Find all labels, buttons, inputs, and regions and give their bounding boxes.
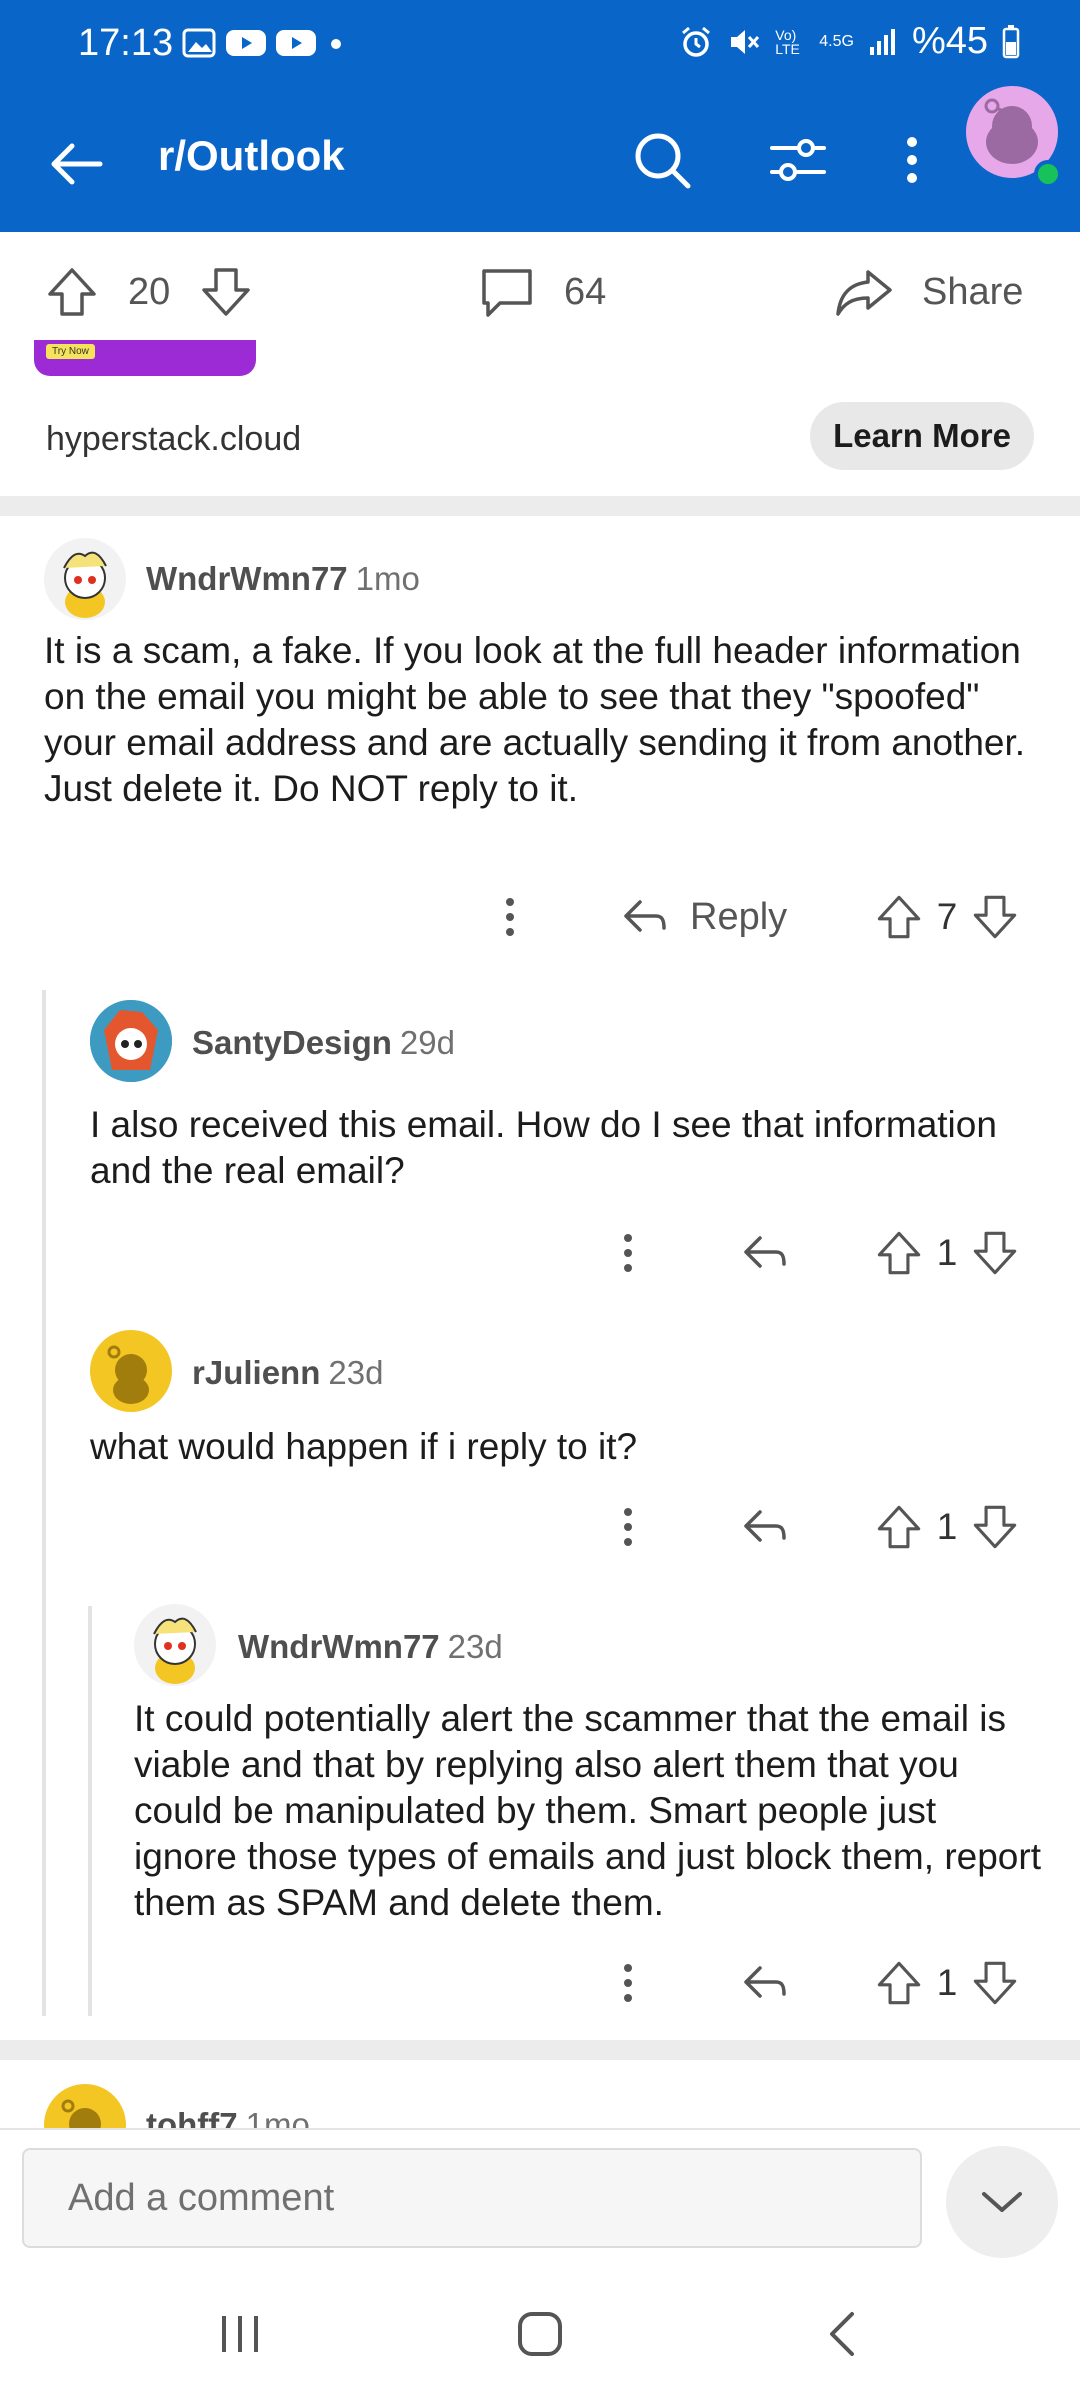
avatar[interactable]	[90, 1000, 172, 1082]
comment-more-icon[interactable]	[608, 1228, 648, 1278]
youtube-icon-2	[276, 30, 316, 56]
comment-composer: Add a comment	[0, 2128, 1080, 2270]
mute-icon	[731, 29, 760, 54]
upvote-icon[interactable]	[874, 1502, 924, 1552]
comment-author[interactable]: SantyDesign 29d	[192, 1024, 455, 1062]
upvote-icon[interactable]	[874, 1958, 924, 2008]
comment-author[interactable]: rJulienn 23d	[192, 1354, 383, 1392]
comment-more-icon[interactable]	[608, 1958, 648, 2008]
online-indicator	[1034, 160, 1062, 188]
upvote-icon[interactable]	[874, 892, 924, 942]
share-icon	[836, 270, 892, 316]
section-divider	[0, 2040, 1080, 2060]
comment-vote-group: 7	[874, 892, 1020, 942]
comment-age: 29d	[399, 1024, 455, 1061]
ad-domain[interactable]: hyperstack.cloud	[46, 420, 301, 459]
snoo-avatar-icon	[63, 551, 107, 618]
gallery-icon	[182, 28, 216, 58]
promoted-ad: Try Now hyperstack.cloud Learn More	[0, 340, 1080, 490]
signal-icon	[869, 28, 895, 55]
battery-percent: %45	[911, 20, 988, 62]
post-vote-group: 20	[44, 232, 254, 352]
avatar[interactable]	[44, 538, 126, 620]
learn-more-button[interactable]: Learn More	[810, 402, 1034, 470]
upvote-icon[interactable]	[44, 264, 100, 320]
thread-line[interactable]	[42, 990, 46, 2016]
back-arrow-icon[interactable]	[44, 132, 108, 196]
reply-arrow-icon[interactable]	[740, 1502, 790, 1552]
comment-body: It could potentially alert the scammer t…	[134, 1698, 1041, 1923]
downvote-icon[interactable]	[970, 1502, 1020, 1552]
comment-vote-group: 1	[874, 1958, 1020, 2008]
comment-age: 1mo	[355, 560, 420, 597]
comment-more-icon[interactable]	[608, 1502, 648, 1552]
comment-author[interactable]: WndrWmn77 1mo	[146, 560, 420, 598]
upvote-icon[interactable]	[874, 1228, 924, 1278]
volte-label: Vo) LTE	[775, 26, 800, 57]
status-right: Vo) LTE 4.5G %45	[679, 20, 1020, 63]
collapse-button[interactable]	[946, 2146, 1058, 2258]
comment-score: 7	[936, 896, 958, 937]
downvote-icon[interactable]	[970, 1228, 1020, 1278]
comment-body: It is a scam, a fake. If you look at the…	[44, 630, 1026, 809]
app-bar: r/Outlook	[0, 92, 1080, 232]
system-nav-bar	[0, 2268, 1080, 2400]
ad-try-now: Try Now	[46, 344, 95, 359]
add-comment-input[interactable]: Add a comment	[22, 2148, 922, 2248]
share-label: Share	[922, 270, 1024, 313]
filter-icon[interactable]	[766, 128, 830, 192]
comment-count: 64	[564, 270, 607, 313]
ad-banner-image[interactable]: Try Now	[34, 340, 256, 376]
avatar[interactable]	[134, 1604, 216, 1686]
snoo-avatar-icon	[107, 1345, 149, 1404]
comment-body: what would happen if i reply to it?	[90, 1426, 638, 1467]
more-vert-icon[interactable]	[880, 128, 944, 192]
comment-age: 23d	[447, 1628, 503, 1665]
snoo-avatar-icon	[153, 1617, 197, 1684]
comment-vote-group: 1	[874, 1502, 1020, 1552]
reply-label: Reply	[690, 895, 788, 938]
downvote-icon[interactable]	[970, 1958, 1020, 2008]
system-back-icon[interactable]	[818, 2308, 870, 2360]
recent-apps-icon[interactable]	[214, 2308, 266, 2360]
chevron-down-icon	[982, 2192, 1022, 2212]
snoo-avatar-icon	[90, 1000, 172, 1082]
comments-button[interactable]: 64	[478, 232, 606, 352]
comment-more-icon[interactable]	[490, 892, 530, 942]
status-bar: 17:13 Vo) LTE 4.5G %45	[0, 0, 1080, 92]
status-time: 17:13	[78, 22, 174, 64]
subreddit-title[interactable]: r/Outlook	[158, 132, 345, 180]
comment-score: 1	[936, 1962, 958, 2003]
comment-score: 1	[936, 1506, 958, 1547]
reply-button[interactable]: Reply	[620, 892, 787, 942]
avatar[interactable]	[90, 1330, 172, 1412]
downvote-icon[interactable]	[198, 264, 254, 320]
comment-vote-group: 1	[874, 1228, 1020, 1278]
dot-icon	[331, 39, 341, 49]
post-action-bar: 20 64 Share	[0, 232, 1080, 352]
reply-arrow-icon[interactable]	[740, 1958, 790, 2008]
network-label: 4.5G	[819, 32, 854, 50]
home-icon[interactable]	[514, 2308, 566, 2360]
notification-icons	[182, 28, 346, 58]
battery-icon	[1002, 24, 1020, 58]
reply-arrow-icon	[624, 900, 666, 932]
share-button[interactable]: Share	[834, 232, 1023, 352]
thread-line[interactable]	[88, 1606, 92, 2016]
youtube-icon	[226, 30, 266, 56]
comment-age: 23d	[328, 1354, 384, 1391]
comment-body: I also received this email. How do I see…	[90, 1104, 997, 1191]
comment-bubble-icon	[482, 269, 532, 317]
reply-arrow-icon[interactable]	[740, 1228, 790, 1278]
search-icon[interactable]	[630, 128, 694, 192]
alarm-icon	[682, 26, 711, 57]
post-score: 20	[128, 270, 171, 313]
section-divider	[0, 496, 1080, 516]
downvote-icon[interactable]	[970, 892, 1020, 942]
comment-score: 1	[936, 1232, 958, 1273]
comment-author[interactable]: WndrWmn77 23d	[238, 1628, 503, 1666]
